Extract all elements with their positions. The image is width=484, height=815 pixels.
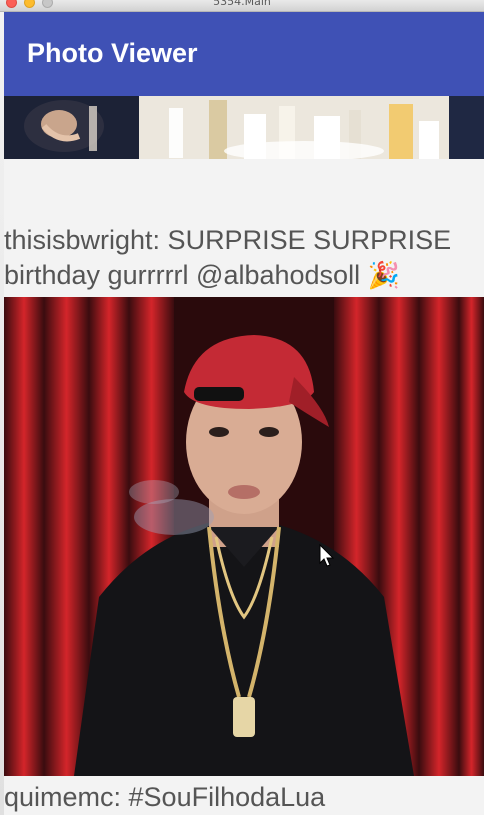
window-title-bar: 5354.Main	[0, 0, 484, 12]
app-title: Photo Viewer	[27, 38, 198, 68]
photo-feed[interactable]: thisisbwright: SURPRISE SURPRISE birthda…	[4, 96, 484, 815]
post-caption: thisisbwright: SURPRISE SURPRISE birthda…	[4, 223, 480, 294]
post-photo-party[interactable]	[4, 96, 484, 159]
caption-text: quimemc: #SouFilhodaLua	[4, 782, 326, 812]
post-caption: quimemc: #SouFilhodaLua	[4, 780, 480, 815]
party-table-photo	[4, 96, 484, 159]
man-in-red-cap-photo	[4, 297, 484, 776]
app-bar: Photo Viewer	[4, 12, 484, 96]
window-title: 5354.Main	[213, 0, 271, 8]
post-photo-portrait[interactable]	[4, 297, 484, 776]
party-popper-icon: 🎉	[367, 261, 400, 291]
